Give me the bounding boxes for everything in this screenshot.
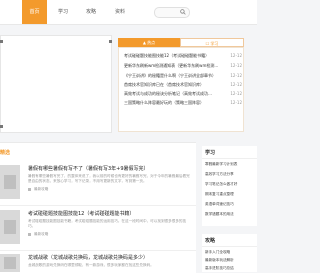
hot-item-title[interactable]: 更新华东刷新wm检测通知表（更新华东刷wm检测…: [124, 62, 224, 70]
hot-item-title[interactable]: 首席技术官知识库已在（首席技术官知识库）: [124, 81, 224, 89]
study-link[interactable]: 英语单词速记技巧: [205, 202, 257, 207]
guide-link[interactable]: 新手入门全攻略: [205, 250, 257, 255]
article-summary: 考试碰碰题技能图技能书籍，考试碰碰题技能的运用技巧。在这一段时间中，可以找到很多…: [28, 219, 187, 228]
hot-item-date: 12-12: [230, 63, 242, 68]
top-navigation-bar: 首页 学习 攻略 资料: [0, 0, 257, 25]
banner-next-dot[interactable]: [109, 40, 112, 43]
hot-item-title[interactable]: 高效考试与成功的秘诀分析笔记（高效考试成功…: [124, 90, 224, 98]
article-card[interactable]: 考试碰碰题技能图技能12（考试碰碰题能书籍） 考试碰碰题技能图技能书籍，考试碰碰…: [0, 210, 196, 252]
hot-item-title[interactable]: 《宁王训讲》的秘籍是什么啊（宁王训讲全部章节）: [124, 72, 224, 80]
nav-item-guide[interactable]: 攻略: [86, 0, 102, 24]
article-title[interactable]: 暑假有哪些暑假有写不了（暑假有写3年+9暑假写完）: [28, 165, 196, 173]
hot-list-item[interactable]: 更新华东刷新wm检测通知表（更新华东刷wm检测… 12-12: [124, 62, 242, 70]
study-link[interactable]: 数学错题本的用法: [205, 212, 257, 217]
fire-icon: ▲: [142, 40, 146, 45]
hot-item-date: 12-12: [230, 73, 242, 78]
hot-list-item[interactable]: 首席技术官知识库已在（首席技术官知识库） 12-12: [124, 81, 242, 89]
tab-hot-label: 热点: [147, 40, 156, 45]
study-link[interactable]: 学习笔记怎么做才好: [205, 182, 257, 187]
hot-item-date: 12-12: [230, 100, 242, 105]
tab-hot[interactable]: ▲ 热点: [118, 38, 180, 47]
article-meta: 最新攻略: [28, 187, 48, 192]
banner-indicator-dot[interactable]: [0, 125, 3, 128]
tab-study-label: 学习: [210, 41, 219, 46]
hot-list: 考试碰碰题技能图技能12（考试碰碰题能书籍） 12-12 更新华东刷新wm检测通…: [118, 47, 244, 132]
article-summary: 暑假有哪些暑假写完了，的整体来说了，我以前的时候也有更好的暑假写完，对于今年的暑…: [28, 174, 190, 183]
study-panel-title: 学习: [205, 150, 216, 156]
tab-study[interactable]: ☐ 学习: [180, 38, 244, 47]
article-thumbnail[interactable]: [0, 165, 20, 199]
article-thumbnail[interactable]: [0, 210, 20, 244]
image-icon: [4, 220, 16, 234]
image-icon: [4, 257, 16, 269]
guide-link[interactable]: 最新版本玩法解析: [205, 258, 257, 263]
divider: [0, 250, 196, 251]
hot-item-date: 12-12: [230, 91, 242, 96]
nav-item-resources[interactable]: 资料: [115, 0, 131, 24]
hot-list-tabs: ▲ 热点 ☐ 学习: [118, 38, 244, 47]
article-category[interactable]: 最新攻略: [34, 232, 48, 236]
banner-prev-dot[interactable]: [0, 40, 3, 43]
article-card[interactable]: 龙城战歌（龙城战歌兑换码，龙城战歌兑换码是多少） 龙城战歌的游戏兑换码在哪里领取…: [0, 254, 196, 272]
divider: [202, 246, 257, 247]
tag-icon: [28, 187, 31, 191]
divider: [0, 205, 196, 206]
article-category[interactable]: 最新攻略: [34, 187, 48, 191]
guide-panel-title: 攻略: [205, 238, 216, 244]
search-input[interactable]: [154, 7, 190, 18]
hot-item-date: 12-12: [230, 82, 242, 87]
hot-item-title[interactable]: 考试碰碰题技能图技能12（考试碰碰题能书籍）: [124, 52, 224, 60]
study-link[interactable]: 高效学习方法分享: [205, 172, 257, 177]
article-title[interactable]: 考试碰碰题技能图技能12（考试碰碰题能书籍）: [28, 210, 196, 218]
hot-list-item[interactable]: 三国策略什么阵容最好玩的（策略三国阵容） 12-12: [124, 99, 242, 107]
tag-icon: [28, 232, 31, 236]
search-icon[interactable]: [180, 9, 186, 15]
nav-item-study[interactable]: 学习: [58, 0, 74, 24]
article-title[interactable]: 龙城战歌（龙城战歌兑换码，龙城战歌兑换码是多少）: [28, 254, 196, 262]
article-meta: 最新攻略: [28, 232, 48, 237]
hot-item-date: 12-12: [230, 53, 242, 58]
article-summary: 龙城战歌的游戏兑换码在哪里领取，有一款游戏，很多玩家都在找这些兑换码。: [28, 263, 154, 267]
article-card[interactable]: 暑假有哪些暑假有写不了（暑假有写3年+9暑假写完） 暑假有哪些暑假写完了，的整体…: [0, 165, 196, 207]
study-link[interactable]: 寒假最新学习计划表: [205, 162, 257, 167]
guide-panel: 攻略 新手入门全攻略 最新版本玩法解析 高手进阶技巧总结: [202, 234, 257, 272]
divider: [202, 158, 257, 159]
section-title: 精选: [0, 150, 11, 156]
guide-link[interactable]: 高手进阶技巧总结: [205, 266, 257, 271]
hot-item-title[interactable]: 三国策略什么阵容最好玩的（策略三国阵容）: [124, 99, 224, 107]
study-panel: 学习 寒假最新学习计划表 高效学习方法分享 学习笔记怎么做才好 期末复习重点整理…: [202, 146, 257, 226]
checkbox-icon: ☐: [205, 41, 210, 46]
article-thumbnail[interactable]: [0, 254, 20, 272]
hot-list-item[interactable]: 考试碰碰题技能图技能12（考试碰碰题能书籍） 12-12: [124, 52, 242, 60]
image-icon: [4, 175, 16, 189]
hot-list-item[interactable]: 《宁王训讲》的秘籍是什么啊（宁王训讲全部章节） 12-12: [124, 72, 242, 80]
study-link[interactable]: 期末复习重点整理: [205, 192, 257, 197]
nav-item-home[interactable]: 首页: [22, 0, 47, 24]
hot-list-item[interactable]: 高效考试与成功的秘诀分析笔记（高效考试成功… 12-12: [124, 90, 242, 98]
featured-banner[interactable]: [0, 35, 112, 133]
